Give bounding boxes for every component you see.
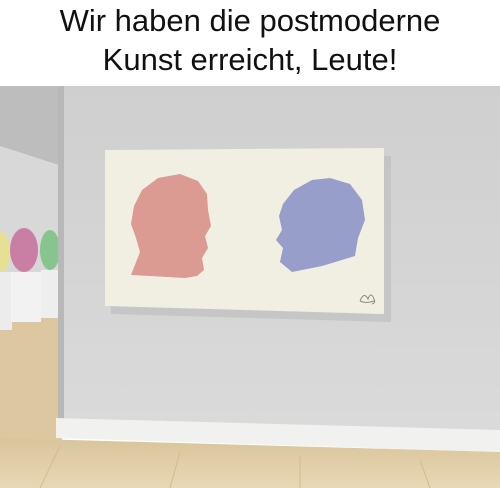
painting <box>105 148 391 322</box>
pedestal <box>11 272 41 322</box>
caption-line-2: Kunst erreicht, Leute! <box>102 42 398 77</box>
meme-image: Wir haben die postmoderne Kunst erreicht… <box>0 0 500 488</box>
caption-line-1: Wir haben die postmoderne <box>59 3 441 38</box>
left-head-silhouette <box>131 174 211 278</box>
caption: Wir haben die postmoderne Kunst erreicht… <box>0 0 500 86</box>
pedestal <box>0 272 12 330</box>
vase <box>10 228 38 272</box>
vase <box>40 230 60 270</box>
pedestal <box>41 270 59 318</box>
left-hallway <box>0 86 62 488</box>
gallery-photo <box>0 86 500 488</box>
